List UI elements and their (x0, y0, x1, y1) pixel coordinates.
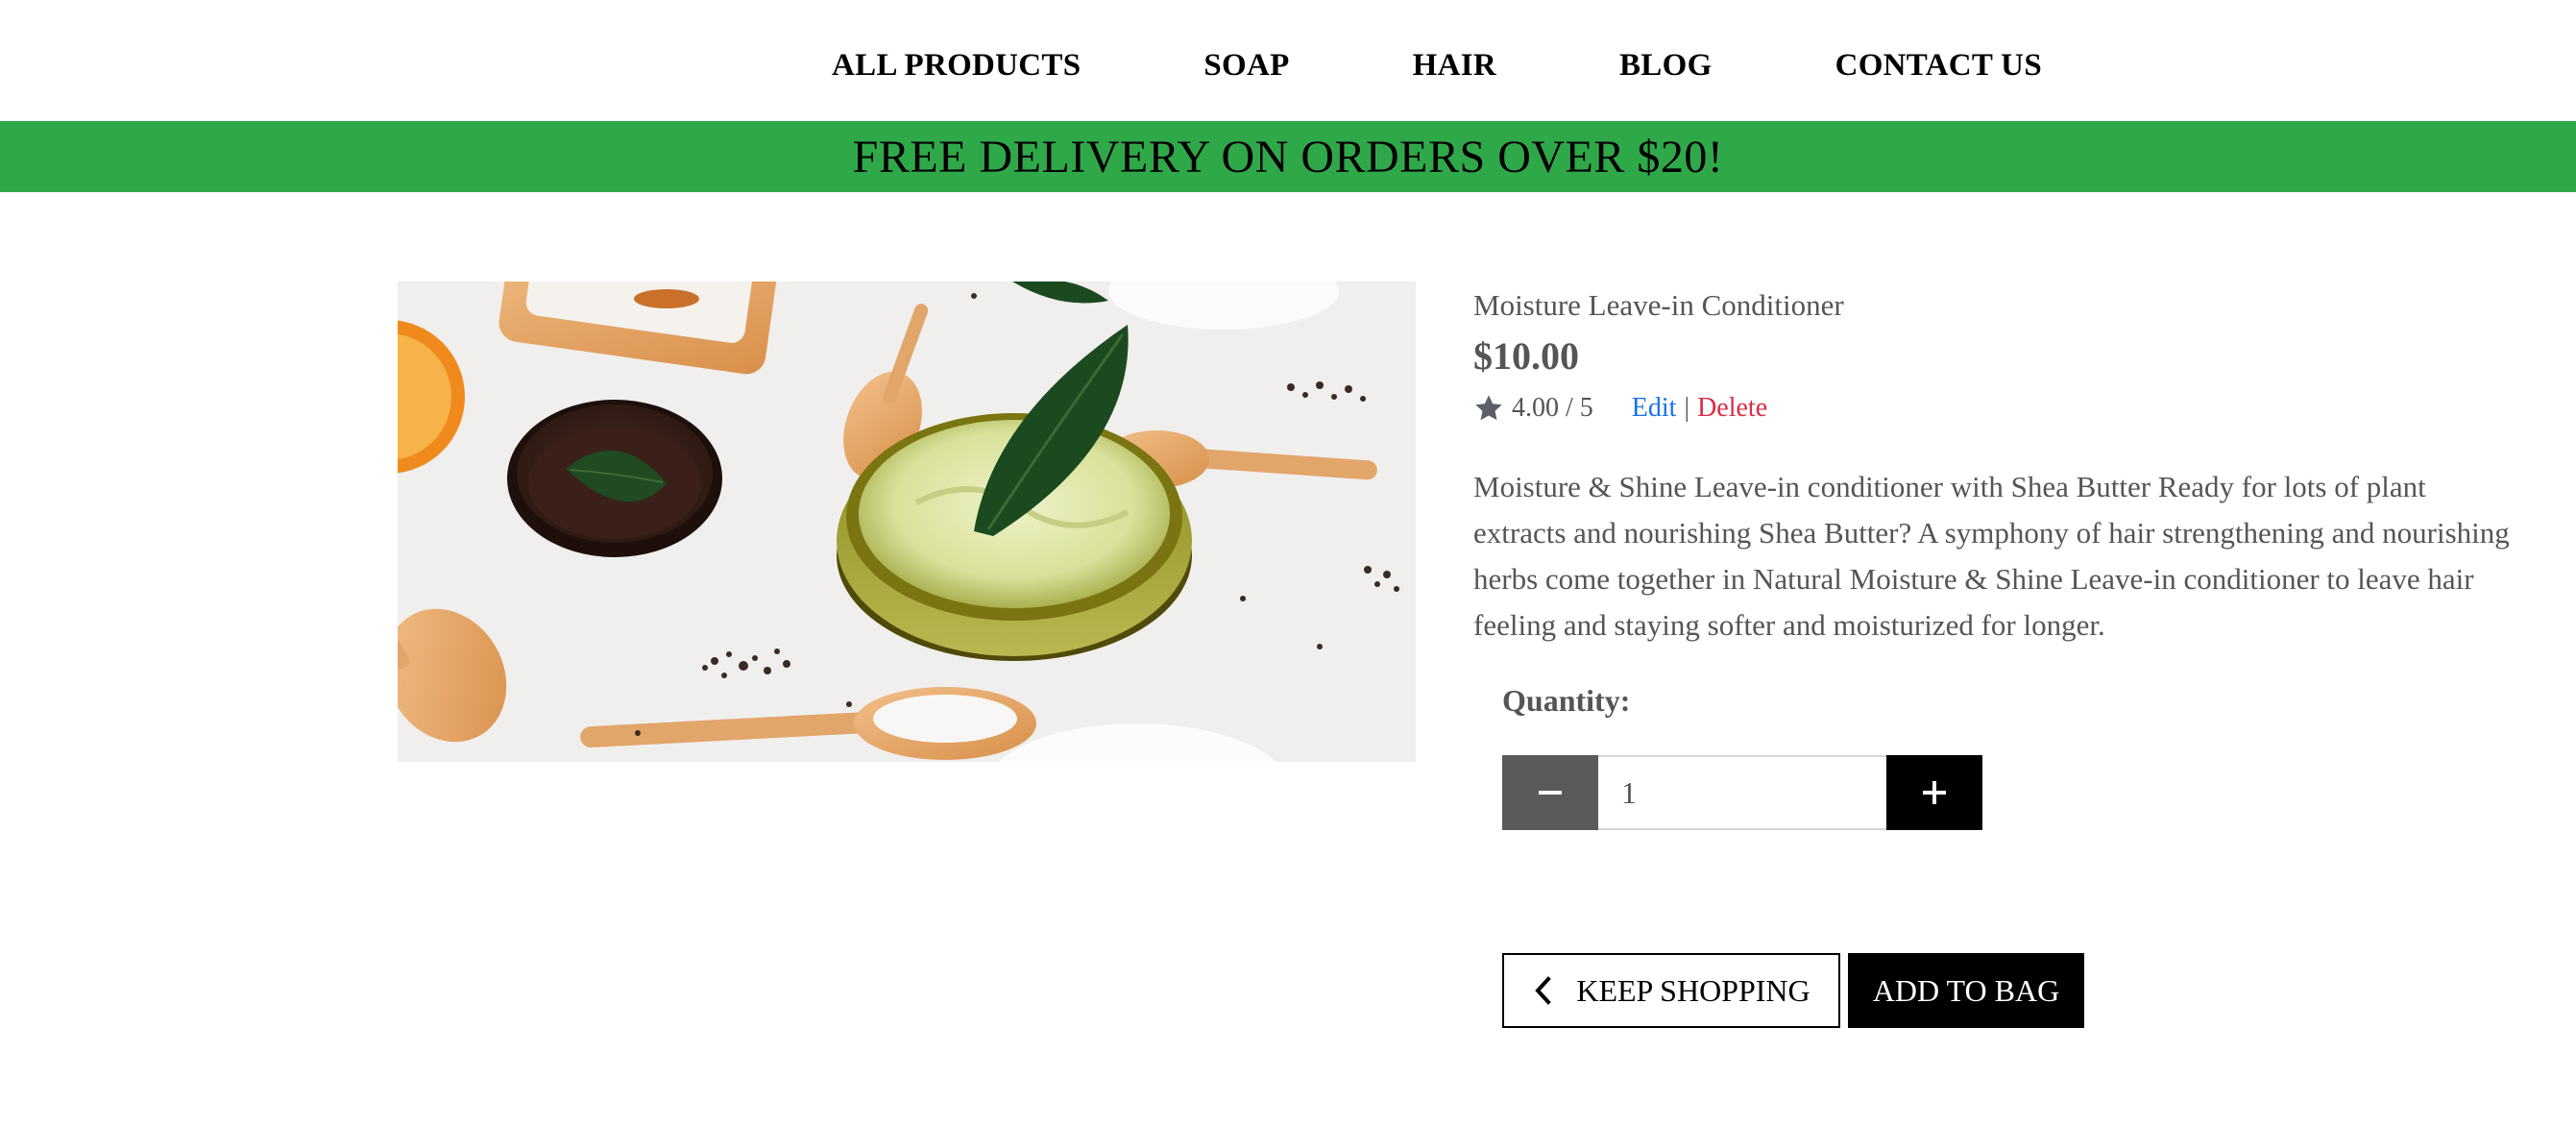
increment-button[interactable] (1886, 755, 1982, 830)
link-separator: | (1684, 393, 1690, 423)
main-nav: ALL PRODUCTS SOAP HAIR BLOG CONTACT US (832, 48, 2042, 84)
rating-row: 4.00 / 5 Edit | Delete (1473, 391, 1767, 426)
nav-hair[interactable]: HAIR (1413, 48, 1496, 84)
delete-link[interactable]: Delete (1697, 393, 1767, 424)
add-to-bag-button[interactable]: ADD TO BAG (1848, 953, 2084, 1028)
quantity-label: Quantity: (1502, 683, 1631, 718)
nav-all-products[interactable]: ALL PRODUCTS (832, 48, 1081, 84)
promo-banner: FREE DELIVERY ON ORDERS OVER $20! (0, 121, 2576, 192)
rating-value: 4.00 / 5 (1512, 393, 1593, 423)
keep-shopping-label: KEEP SHOPPING (1576, 972, 1810, 1008)
product-name: Moisture Leave-in Conditioner (1473, 288, 1844, 322)
nav-contact-us[interactable]: CONTACT US (1835, 48, 2042, 84)
product-price: $10.00 (1473, 334, 1579, 378)
top-navigation: ALL PRODUCTS SOAP HAIR BLOG CONTACT US (0, 0, 2576, 121)
quantity-stepper (1502, 755, 1982, 830)
product-image (398, 282, 1416, 762)
nav-blog[interactable]: BLOG (1619, 48, 1713, 84)
chevron-left-icon (1535, 976, 1552, 1005)
minus-icon (1539, 791, 1562, 795)
product-photo (398, 282, 1416, 762)
star-icon (1475, 395, 1502, 421)
nav-soap[interactable]: SOAP (1203, 48, 1289, 84)
edit-link[interactable]: Edit (1632, 393, 1677, 424)
keep-shopping-button[interactable]: KEEP SHOPPING (1502, 953, 1840, 1028)
decrement-button[interactable] (1502, 755, 1598, 830)
quantity-input[interactable] (1598, 755, 1886, 830)
plus-icon (1923, 781, 1946, 804)
promo-banner-text: FREE DELIVERY ON ORDERS OVER $20! (852, 131, 1724, 183)
product-description: Moisture & Shine Leave-in conditioner wi… (1473, 470, 2510, 642)
